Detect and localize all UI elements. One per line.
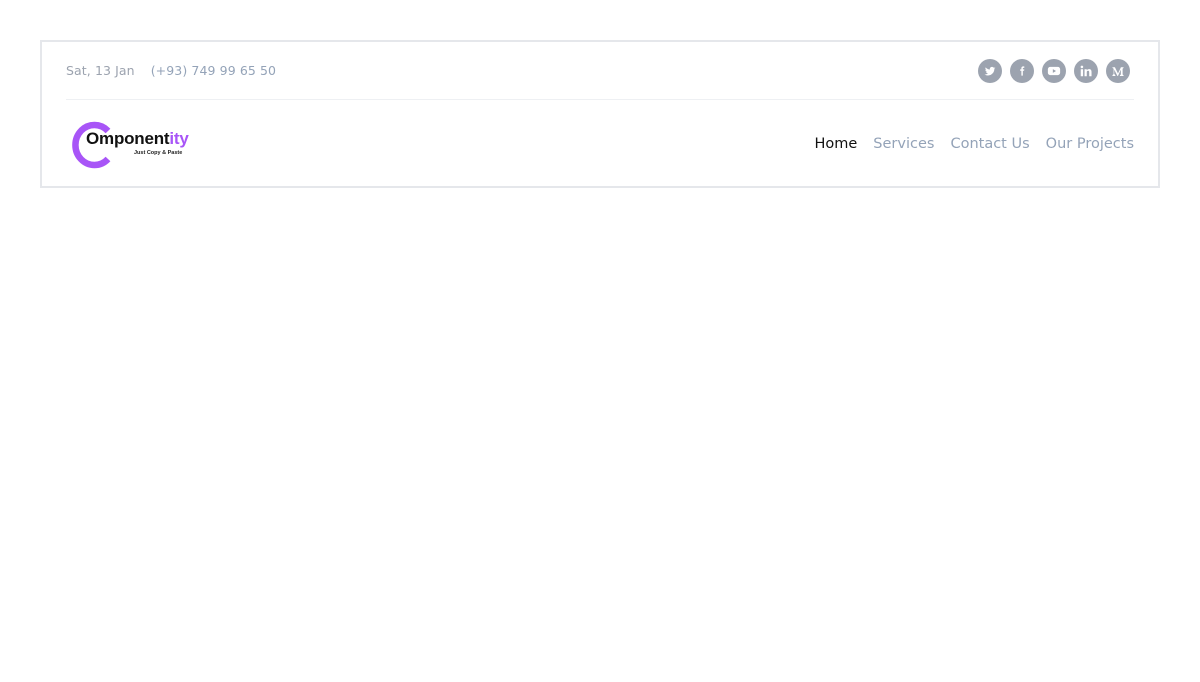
linkedin-icon [1080,65,1092,76]
social-links [978,58,1130,83]
logo-tagline: Just Copy & Paste [134,149,183,156]
nav-item-services[interactable]: Services [873,136,934,152]
linkedin-link[interactable] [1074,58,1098,83]
twitter-icon [984,66,996,75]
nav-item-contact-us[interactable]: Contact Us [950,136,1029,152]
medium-icon [1112,66,1124,76]
facebook-icon [1020,65,1025,76]
site-header: Sat, 13 Jan (+93) 749 99 65 50 Omponenti… [40,40,1160,188]
main-bar: Omponentity Just Copy & Paste Home Servi… [66,101,1134,186]
nav-item-our-projects[interactable]: Our Projects [1046,136,1134,152]
twitter-link[interactable] [978,58,1002,83]
youtube-icon [1047,66,1061,75]
main-nav: Home Services Contact Us Our Projects [814,136,1134,152]
top-info: Sat, 13 Jan (+93) 749 99 65 50 [66,63,276,78]
logo-wordmark-main: Omponent [86,128,170,148]
facebook-link[interactable] [1010,58,1034,83]
phone-number[interactable]: (+93) 749 99 65 50 [151,63,276,78]
medium-link[interactable] [1106,58,1130,83]
logo-wordmark-accent: ity [169,128,189,148]
logo[interactable]: Omponentity Just Copy & Paste [68,116,189,172]
youtube-link[interactable] [1042,58,1066,83]
nav-item-home[interactable]: Home [814,136,857,152]
top-bar: Sat, 13 Jan (+93) 749 99 65 50 [66,42,1134,100]
logo-wordmark: Omponentity [86,129,189,149]
date-text: Sat, 13 Jan [66,63,135,78]
